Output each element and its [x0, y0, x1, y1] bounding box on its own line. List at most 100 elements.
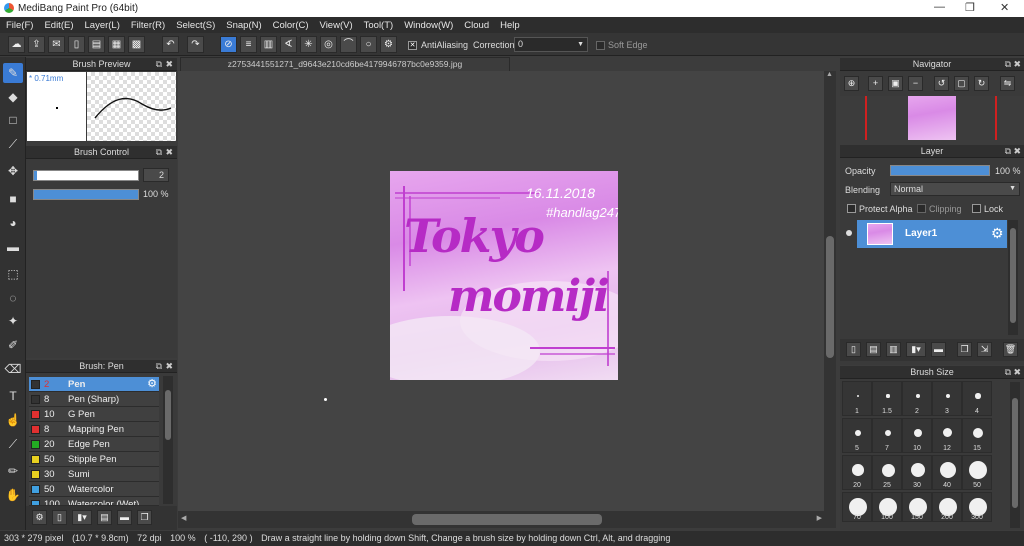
popout-icon[interactable]: ⧉ [156, 146, 162, 159]
navigator-preview[interactable] [840, 96, 1024, 142]
brush-list-scrollbar[interactable] [163, 376, 173, 504]
layers-icon[interactable]: ▦ [108, 36, 125, 53]
brush-size-cell[interactable]: 4 [962, 381, 992, 416]
zoom-in-icon[interactable]: + [868, 76, 883, 91]
fill-rect-tool-icon[interactable]: ■ [3, 189, 23, 209]
new-halftone-layer-icon[interactable]: ▤ [866, 342, 881, 357]
menu-item[interactable]: Snap(N) [226, 20, 261, 31]
brush-size-cell[interactable]: 10 [902, 418, 932, 453]
popout-icon[interactable]: ⧉ [156, 58, 162, 71]
delete-layer-icon[interactable]: 🗑 [1003, 342, 1018, 357]
brush-list-item[interactable]: 8 Pen (Sharp) [29, 392, 159, 407]
brush-size-value[interactable]: 2 [143, 168, 169, 182]
document-tab[interactable]: z2753441551271_d9643e210cd6be4179946787b… [180, 57, 510, 71]
brush-list-item[interactable]: 100 Watercolor (Wet) [29, 497, 159, 506]
brush-size-cell[interactable]: 2 [902, 381, 932, 416]
operation-tool-icon[interactable]: ☝ [3, 410, 23, 430]
close-icon[interactable]: ✖ [1013, 145, 1021, 158]
popout-icon[interactable]: ⧉ [156, 360, 162, 373]
correction-select[interactable]: 0 ▼ [514, 37, 588, 52]
select-pen-tool-icon[interactable]: ✐ [3, 335, 23, 355]
close-icon[interactable]: ✖ [165, 58, 173, 71]
brush-copy-icon[interactable]: ❐ [137, 510, 152, 525]
brush-size-cell[interactable]: 1.5 [872, 381, 902, 416]
line-tool-icon[interactable]: ⟋ [3, 134, 23, 154]
flip-icon[interactable]: ⇋ [1000, 76, 1015, 91]
scroll-thumb[interactable] [1010, 228, 1016, 323]
curve-snap-icon[interactable]: ⌒ [340, 36, 357, 53]
menu-item[interactable]: Edit(E) [44, 20, 73, 31]
brush-size-cell[interactable]: 1 [842, 381, 872, 416]
canvas-horizontal-scrollbar[interactable]: ◀ ▶ [178, 511, 836, 528]
brush-settings-gear-icon[interactable]: ⚙ [147, 377, 157, 391]
canvas-artwork[interactable]: Tokyo momiji 16.11.2018 #handlag247 [390, 171, 618, 380]
layer-settings-gear-icon[interactable]: ⚙ [991, 225, 1004, 242]
add-layer-menu-icon[interactable]: ▮▾ [906, 342, 926, 357]
popout-icon[interactable]: ⧉ [1005, 366, 1011, 379]
brush-size-cell[interactable]: 100 [872, 492, 902, 522]
dot-tool-icon[interactable]: □ [3, 110, 23, 130]
close-icon[interactable]: ✖ [1013, 58, 1021, 71]
brush-size-cell[interactable]: 150 [902, 492, 932, 522]
clipping-checkbox[interactable] [917, 204, 926, 213]
brush-opacity-slider[interactable] [33, 189, 139, 200]
close-icon[interactable]: ✖ [165, 360, 173, 373]
layer-visibility-toggle[interactable] [842, 220, 856, 248]
radial-snap-icon[interactable]: ✳ [300, 36, 317, 53]
menu-item[interactable]: Help [500, 20, 520, 31]
save-icon[interactable]: ▤ [88, 36, 105, 53]
hand-tool-icon[interactable]: ✋ [3, 485, 23, 505]
brush-list-item[interactable]: 30 Sumi [29, 467, 159, 482]
menu-item[interactable]: File(F) [6, 20, 33, 31]
brush-size-cell[interactable]: 12 [932, 418, 962, 453]
brush-doc-icon[interactable]: ▤ [97, 510, 112, 525]
new-layer-icon[interactable]: ▯ [846, 342, 861, 357]
gradation-tool-icon[interactable]: ▬ [3, 237, 23, 257]
fit-window-icon[interactable]: ▢ [954, 76, 969, 91]
scroll-thumb[interactable] [165, 390, 171, 440]
brush-settings-icon[interactable]: ⚙ [32, 510, 47, 525]
brush-size-cell[interactable]: 200 [932, 492, 962, 522]
divide-tool-icon[interactable]: ✏ [3, 461, 23, 481]
add-brush-icon[interactable]: ▮▾ [72, 510, 92, 525]
redo-icon[interactable]: ↷ [187, 36, 204, 53]
lasso-tool-icon[interactable]: ◌ [3, 288, 23, 308]
cloud-icon[interactable]: ☁ [8, 36, 25, 53]
popout-icon[interactable]: ⧉ [1005, 58, 1011, 71]
menu-item[interactable]: Select(S) [176, 20, 215, 31]
select-tool-icon[interactable]: ⬚ [3, 264, 23, 284]
close-icon[interactable]: ✖ [165, 146, 173, 159]
scroll-right-icon[interactable]: ▶ [817, 514, 822, 522]
brush-list-item[interactable]: 20 Edge Pen [29, 437, 159, 452]
layer-row-layer1[interactable]: Layer1 ⚙ [857, 220, 1007, 248]
brush-tool-icon[interactable]: ✎ [3, 63, 23, 83]
new-brush-icon[interactable]: ▯ [52, 510, 67, 525]
scroll-thumb[interactable] [1012, 398, 1018, 508]
brush-list-item[interactable]: 10 G Pen [29, 407, 159, 422]
layer-scrollbar[interactable] [1008, 220, 1018, 335]
rotate-left-icon[interactable]: ↺ [934, 76, 949, 91]
layer-opacity-slider[interactable] [890, 165, 990, 176]
merge-layer-icon[interactable]: ⇲ [977, 342, 992, 357]
brush-list-item[interactable]: 8 Mapping Pen [29, 422, 159, 437]
menu-item[interactable]: Filter(R) [131, 20, 165, 31]
settings-gear-icon[interactable]: ⚙ [380, 36, 397, 53]
brush-size-cell[interactable]: 30 [902, 455, 932, 490]
lock-checkbox[interactable] [972, 204, 981, 213]
select-eraser-tool-icon[interactable]: ⌫ [3, 359, 23, 379]
actual-size-icon[interactable]: ▣ [888, 76, 903, 91]
antialiasing-checkbox[interactable]: ✕ [408, 41, 417, 50]
new-file-icon[interactable]: ▯ [68, 36, 85, 53]
bucket-tool-icon[interactable]: ◕ [3, 213, 23, 233]
blending-select[interactable]: Normal ▼ [890, 182, 1020, 196]
duplicate-layer-icon[interactable]: ❐ [957, 342, 972, 357]
brush-folder-icon[interactable]: ▬ [117, 510, 132, 525]
scroll-thumb[interactable] [826, 236, 834, 358]
zoom-out-icon[interactable]: − [908, 76, 923, 91]
close-icon[interactable]: ✕ [1000, 1, 1009, 14]
menu-item[interactable]: Cloud [464, 20, 489, 31]
rotate-right-icon[interactable]: ↻ [974, 76, 989, 91]
grid-snap-icon[interactable]: ▥ [260, 36, 277, 53]
scroll-up-icon[interactable]: ▲ [826, 71, 833, 78]
minimize-icon[interactable]: — [934, 1, 945, 13]
